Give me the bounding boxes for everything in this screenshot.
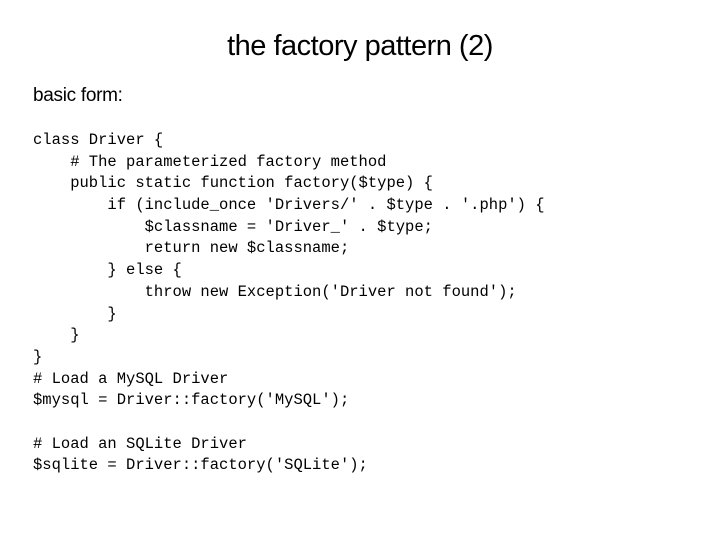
code-line: class Driver { (33, 131, 164, 149)
code-line: if (include_once 'Drivers/' . $type . '.… (33, 196, 545, 215)
slide-title: the factory pattern (2) (227, 30, 493, 62)
code-line: } (33, 326, 80, 345)
slide-subtitle: basic form: (33, 85, 123, 106)
code-line: $mysql = Driver::factory('MySQL'); (33, 391, 350, 410)
code-line: } (33, 347, 43, 366)
code-line: $classname = 'Driver_' . $type; (33, 217, 433, 236)
code-line: } (33, 304, 117, 323)
code-comment-line: # Load a MySQL Driver (33, 369, 229, 388)
code-line: public static function factory($type) { (33, 174, 433, 193)
code-line: $sqlite = Driver::factory('SQLite'); (33, 456, 368, 475)
code-line: # The parameterized factory method (33, 152, 387, 171)
code-comment-line: # Load an SQLite Driver (33, 434, 247, 453)
code-line: throw new Exception('Driver not found'); (33, 282, 517, 301)
code-line: return new $classname; (33, 239, 350, 258)
code-line: } else { (33, 261, 182, 280)
code-block: class Driver { # The parameterized facto… (33, 130, 545, 477)
